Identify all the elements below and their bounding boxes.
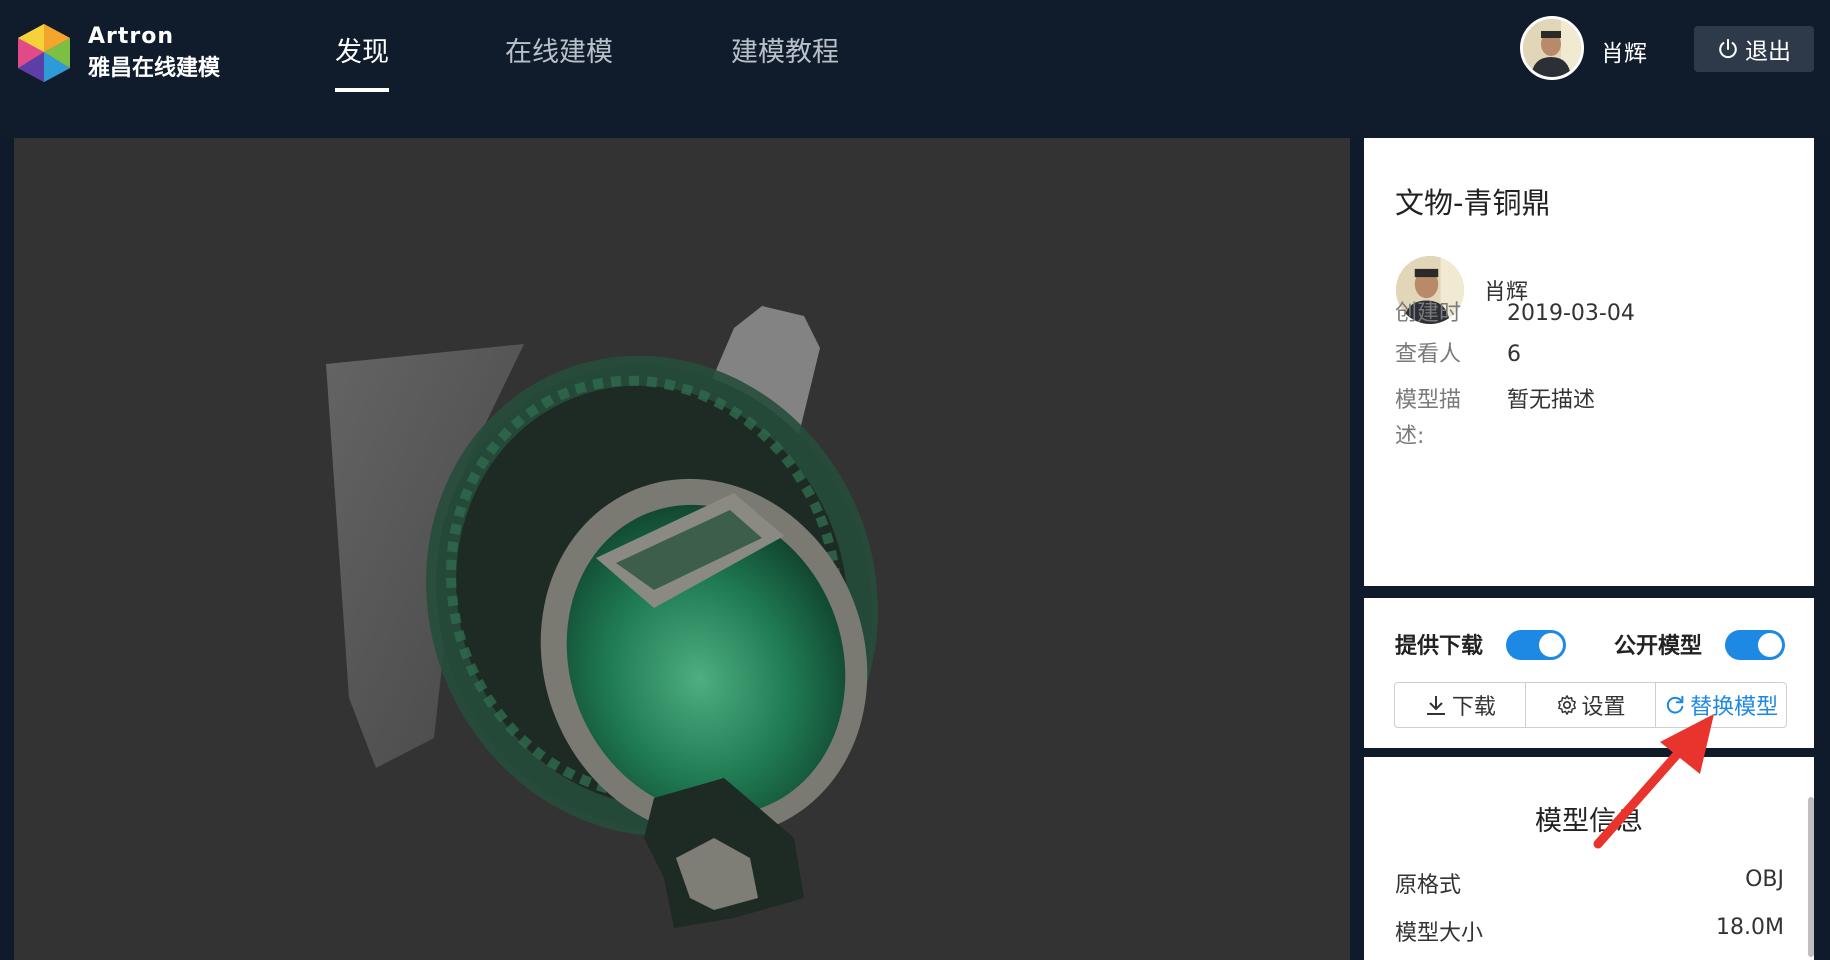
logout-label: 退出	[1745, 39, 1791, 65]
toggle-knob	[1539, 633, 1563, 657]
nav-online-modeling[interactable]: 在线建模	[505, 30, 613, 69]
toggle-knob	[1758, 633, 1782, 657]
format-value: OBJ	[1745, 867, 1784, 892]
download-button[interactable]: 下载	[1395, 683, 1525, 727]
bronze-ding-model-render	[326, 306, 878, 928]
model-title: 文物-青铜鼎	[1395, 186, 1551, 220]
format-label: 原格式	[1395, 873, 1462, 898]
created-value: 2019-03-04	[1507, 301, 1635, 326]
download-toggle-label: 提供下载	[1395, 634, 1484, 659]
public-toggle-label: 公开模型	[1614, 634, 1703, 659]
nav-active-underline	[335, 88, 389, 92]
download-toggle[interactable]	[1506, 630, 1566, 660]
nav-discover-label: 发现	[335, 37, 389, 68]
size-label: 模型大小	[1395, 921, 1484, 946]
top-header: Artron 雅昌在线建模 发现 在线建模 建模教程 肖辉 退出	[0, 0, 1830, 138]
user-name[interactable]: 肖辉	[1601, 34, 1647, 68]
download-button-label: 下载	[1451, 695, 1496, 720]
nav-modeling-tutorial-label: 建模教程	[731, 37, 839, 68]
model-detail-panel: 文物-青铜鼎 肖辉 创建时 2019-03-04 查看人 6 模型描述: 暂无描…	[1364, 138, 1814, 586]
nav-online-modeling-label: 在线建模	[505, 37, 613, 68]
nav-modeling-tutorial[interactable]: 建模教程	[731, 30, 839, 69]
user-avatar[interactable]	[1520, 16, 1584, 80]
brand-logo[interactable]: Artron 雅昌在线建模	[14, 22, 264, 92]
created-label: 创建时	[1395, 301, 1462, 326]
annotation-arrow-icon	[1593, 714, 1714, 849]
nav-discover[interactable]: 发现	[335, 30, 389, 92]
logout-button[interactable]: 退出	[1694, 26, 1814, 72]
brand-name-cn: 雅昌在线建模	[88, 56, 221, 81]
public-toggle[interactable]	[1725, 630, 1785, 660]
brand-name-en: Artron	[88, 24, 175, 49]
logo-cube-icon	[18, 24, 70, 82]
size-value: 18.0M	[1716, 915, 1784, 940]
description-value: 暂无描述	[1507, 388, 1596, 413]
viewers-value: 6	[1507, 342, 1521, 367]
viewers-label: 查看人	[1395, 342, 1462, 367]
model-info-panel: 模型信息 原格式 OBJ 模型大小 18.0M	[1364, 757, 1814, 960]
download-icon	[1426, 696, 1445, 715]
power-icon	[1719, 38, 1737, 59]
model-actions-panel: 提供下载 公开模型 下载 设置 替换模型	[1364, 598, 1814, 748]
model-3d-viewer[interactable]	[14, 138, 1350, 960]
gear-icon	[1557, 695, 1576, 715]
model-info-title: 模型信息	[1535, 806, 1643, 837]
description-label: 模型描述:	[1395, 388, 1462, 449]
panel-scrollbar[interactable]	[1808, 797, 1814, 957]
